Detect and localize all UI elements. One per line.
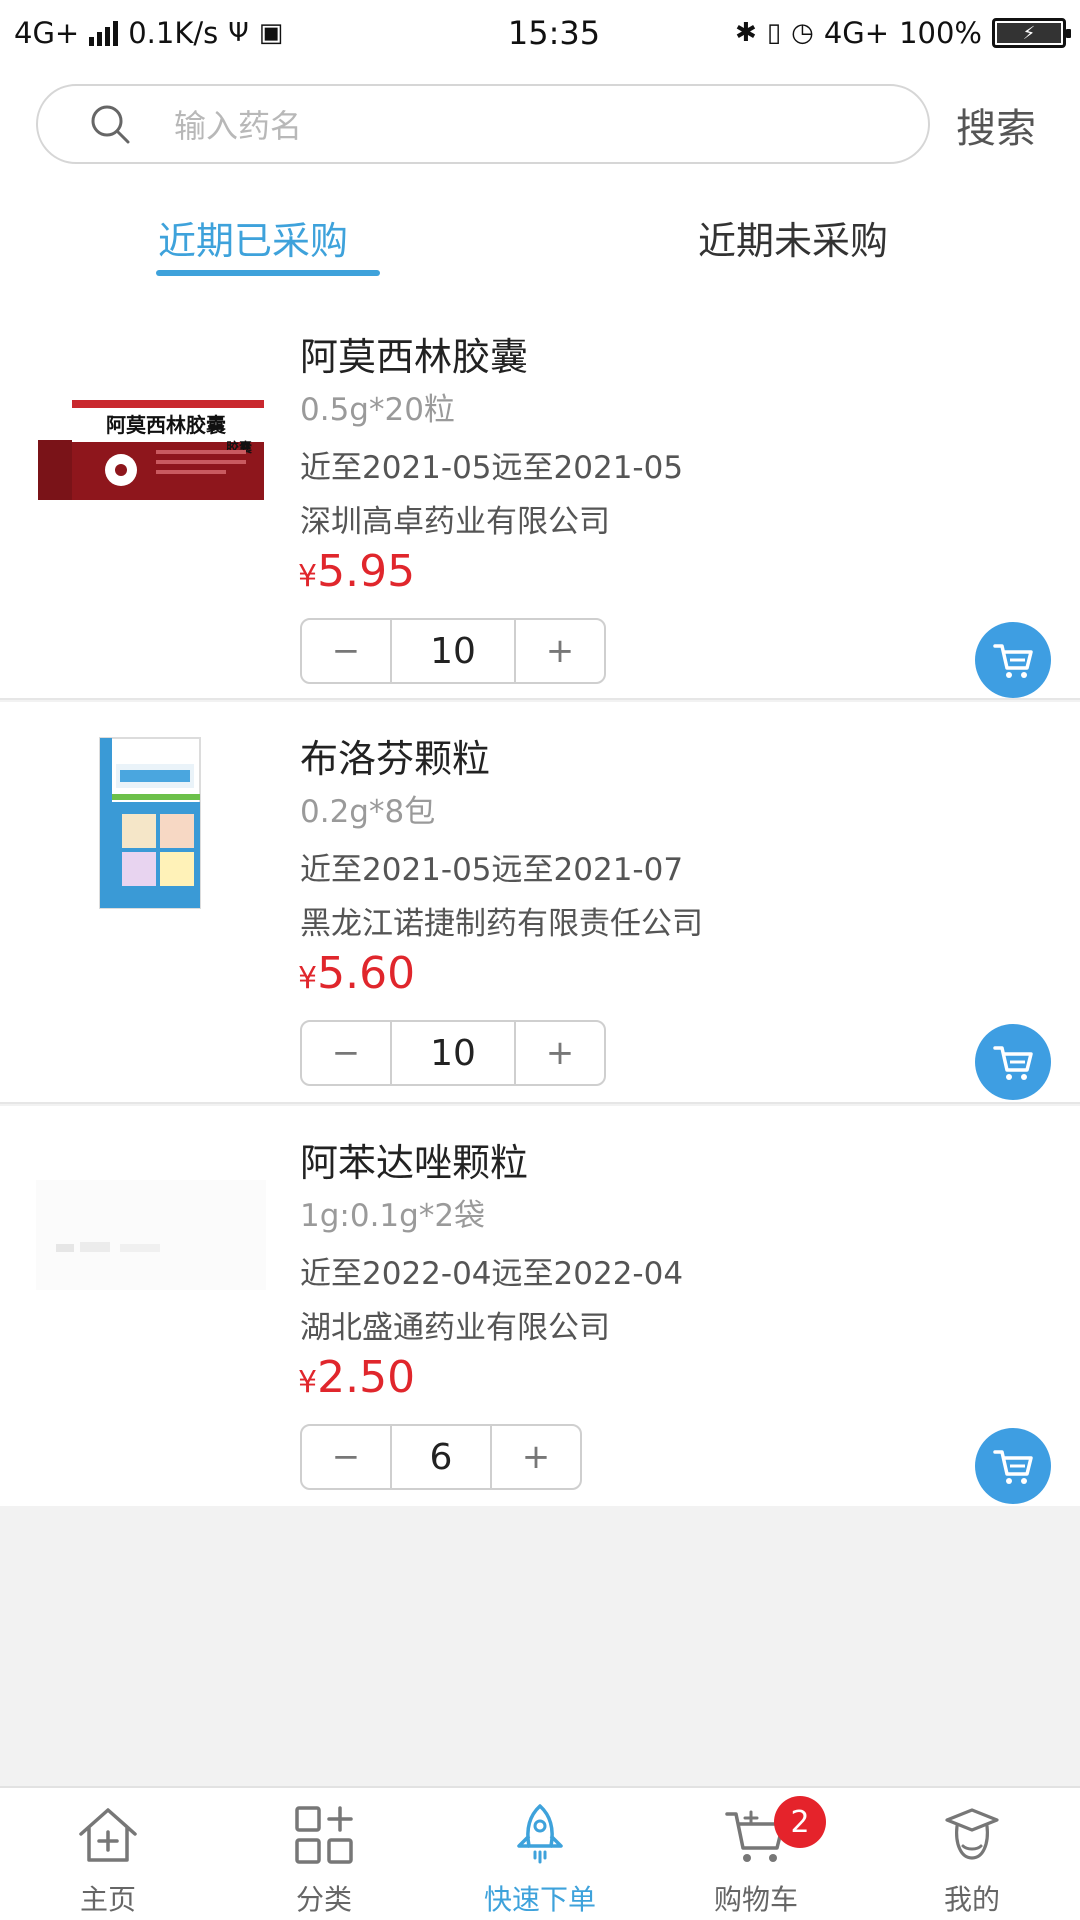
product-manufacturer: 深圳高卓药业有限公司 — [300, 504, 610, 540]
category-icon — [295, 1806, 353, 1864]
product-expiry: 近至2021-05远至2021-05 — [300, 450, 684, 486]
cart-count-badge: 2 — [774, 1796, 826, 1848]
home-icon — [79, 1808, 137, 1862]
status-bar: 4G+ 0.1K/s Ψ ▣ 15:35 ✱ ▯ ◷ 4G+ 100% ⚡ — [0, 0, 1080, 66]
price-value: 2.50 — [317, 1352, 416, 1403]
currency-symbol: ¥ — [298, 961, 318, 996]
search-icon — [91, 105, 130, 144]
usb-icon: Ψ — [228, 18, 249, 48]
quantity-input[interactable]: 10 — [390, 620, 516, 682]
product-image — [36, 1180, 266, 1290]
product-expiry: 近至2022-04远至2022-04 — [300, 1256, 684, 1292]
active-tab-indicator — [156, 270, 380, 276]
network-type-right: 4G+ — [823, 16, 890, 50]
product-item[interactable]: 布洛芬颗粒 0.2g*8包 近至2021-05远至2021-07 黑龙江诺捷制药… — [0, 702, 1080, 1102]
nav-label: 我的 — [943, 1883, 1000, 1916]
search-placeholder: 输入药名 — [174, 107, 303, 145]
nav-label: 分类 — [295, 1883, 352, 1916]
add-to-cart-button[interactable] — [975, 1428, 1051, 1504]
product-manufacturer: 黑龙江诺捷制药有限责任公司 — [300, 906, 703, 942]
decrease-button[interactable]: − — [302, 620, 390, 682]
increase-button[interactable]: + — [516, 620, 604, 682]
rocket-icon — [517, 1804, 563, 1864]
product-spec: 1g:0.1g*2袋 — [300, 1198, 486, 1234]
decrease-button[interactable]: − — [302, 1426, 390, 1488]
product-name: 布洛芬颗粒 — [300, 737, 491, 781]
price-value: 5.60 — [317, 948, 416, 999]
product-image-text: 阿莫西林胶囊 — [106, 413, 226, 437]
product-name: 阿苯达唑颗粒 — [300, 1141, 529, 1185]
network-speed: 0.1K/s — [128, 16, 219, 50]
cart-icon — [993, 1046, 1033, 1080]
currency-symbol: ¥ — [298, 559, 318, 594]
nav-item-quick-order[interactable]: 快速下单 — [432, 1788, 648, 1920]
add-to-cart-button[interactable] — [975, 1024, 1051, 1100]
network-type: 4G+ — [14, 16, 80, 50]
price-value: 5.95 — [317, 546, 416, 597]
product-expiry: 近至2021-05远至2021-07 — [300, 852, 684, 888]
increase-button[interactable]: + — [492, 1426, 580, 1488]
bottom-nav: 主页 分类 快速下单 购物车 2 我的 — [0, 1786, 1080, 1920]
quantity-input[interactable]: 6 — [390, 1426, 492, 1488]
battery-percent: 100% — [899, 16, 982, 50]
signal-icon — [89, 20, 119, 46]
product-price: ¥5.60 — [298, 948, 415, 999]
profile-icon — [945, 1808, 999, 1860]
product-price: ¥5.95 — [298, 546, 415, 597]
nav-item-cart[interactable]: 购物车 2 — [648, 1788, 864, 1920]
app-notification-icon: ▣ — [258, 18, 284, 48]
clock: 15:35 — [507, 14, 601, 52]
nav-label: 主页 — [79, 1883, 136, 1916]
header: 输入药名 搜索 近期已采购 近期未采购 — [0, 66, 1080, 306]
product-image: 阿莫西林胶囊 胶囊 — [38, 400, 264, 500]
increase-button[interactable]: + — [516, 1022, 604, 1084]
search-button[interactable]: 搜索 — [956, 96, 1036, 154]
decrease-button[interactable]: − — [302, 1022, 390, 1084]
product-item[interactable]: 阿莫西林胶囊 胶囊 阿莫西林胶囊 0.5g*20粒 近至2021-05远至202… — [0, 300, 1080, 700]
search-input[interactable]: 输入药名 — [36, 84, 930, 164]
product-manufacturer: 湖北盛通药业有限公司 — [300, 1310, 610, 1346]
cart-icon — [993, 1450, 1033, 1484]
product-image — [99, 737, 201, 909]
quantity-stepper: − 6 + — [300, 1424, 582, 1490]
alarm-icon: ◷ — [791, 18, 814, 48]
product-spec: 0.2g*8包 — [300, 794, 436, 830]
quantity-stepper: − 10 + — [300, 618, 606, 684]
tab-not-recently-purchased[interactable]: 近期未采购 — [698, 210, 888, 265]
divider — [0, 698, 1080, 700]
product-spec: 0.5g*20粒 — [300, 392, 455, 428]
tab-recently-purchased[interactable]: 近期已采购 — [158, 210, 348, 265]
cart-icon — [993, 644, 1033, 678]
product-name: 阿莫西林胶囊 — [300, 335, 529, 379]
product-item[interactable]: 阿苯达唑颗粒 1g:0.1g*2袋 近至2022-04远至2022-04 湖北盛… — [0, 1106, 1080, 1506]
nav-label: 快速下单 — [483, 1883, 596, 1916]
bluetooth-icon: ✱ — [735, 18, 757, 48]
nav-item-category[interactable]: 分类 — [216, 1788, 432, 1920]
nav-item-profile[interactable]: 我的 — [864, 1788, 1080, 1920]
battery-icon: ⚡ — [992, 18, 1071, 48]
add-to-cart-button[interactable] — [975, 622, 1051, 698]
quantity-stepper: − 10 + — [300, 1020, 606, 1086]
vibrate-icon: ▯ — [766, 18, 782, 48]
divider — [0, 1102, 1080, 1104]
nav-item-home[interactable]: 主页 — [0, 1788, 216, 1920]
nav-label: 购物车 — [713, 1883, 798, 1916]
quantity-input[interactable]: 10 — [390, 1022, 516, 1084]
currency-symbol: ¥ — [298, 1365, 318, 1400]
product-price: ¥2.50 — [298, 1352, 415, 1403]
